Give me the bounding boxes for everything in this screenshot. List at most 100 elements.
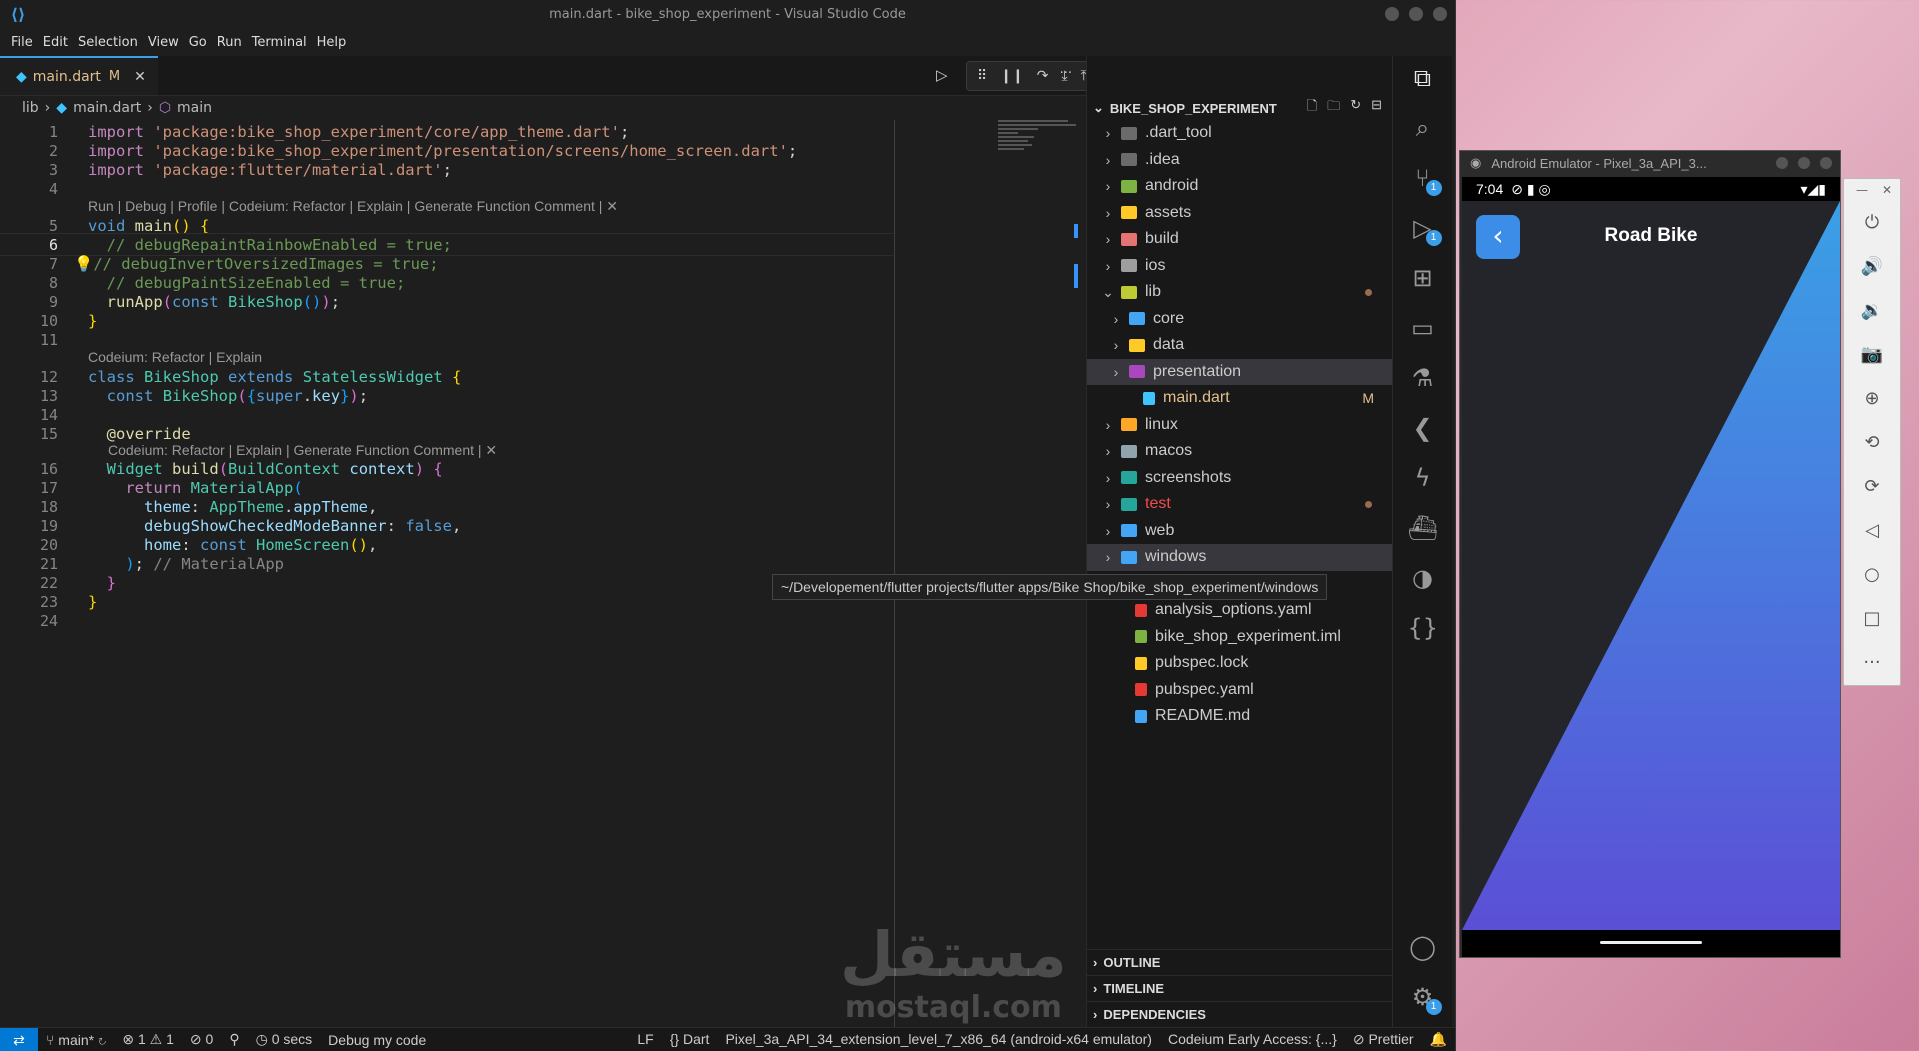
- remote-icon[interactable]: ⇄: [0, 1027, 38, 1051]
- tree-item[interactable]: pubspec.yaml: [1087, 677, 1392, 704]
- ports-status[interactable]: ⊘ 0: [182, 1031, 221, 1048]
- drag-handle-icon[interactable]: ⠿: [977, 68, 987, 84]
- tree-item[interactable]: › android: [1087, 173, 1392, 200]
- minimap[interactable]: [998, 120, 1078, 180]
- device-status[interactable]: Pixel_3a_API_34_extension_level_7_x86_64…: [717, 1031, 1160, 1048]
- extensions-icon[interactable]: ⊞: [1408, 264, 1438, 292]
- breadcrumb-symbol[interactable]: main: [177, 100, 212, 116]
- json-icon[interactable]: {}: [1408, 614, 1439, 642]
- tree-item[interactable]: › assets: [1087, 200, 1392, 227]
- home-icon[interactable]: ○: [1844, 553, 1900, 597]
- source-control-icon[interactable]: ⑂ 1: [1408, 164, 1442, 196]
- back-icon[interactable]: ◁: [1844, 509, 1900, 553]
- testing-icon[interactable]: ⚗: [1408, 364, 1438, 392]
- docker-icon[interactable]: ⛴: [1408, 514, 1438, 542]
- tree-item[interactable]: › data: [1087, 332, 1392, 359]
- dependencies-panel[interactable]: › DEPENDENCIES: [1087, 1001, 1392, 1027]
- side-close-icon[interactable]: ✕: [1882, 183, 1892, 197]
- menu-run[interactable]: Run: [212, 35, 247, 50]
- menu-terminal[interactable]: Terminal: [247, 35, 312, 50]
- phone-screen[interactable]: 7:04 ⊘ ▮ ◎ ▾◢▮ ‹ Road Bike: [1462, 177, 1840, 957]
- menu-edit[interactable]: Edit: [38, 35, 73, 50]
- menu-file[interactable]: File: [6, 35, 38, 50]
- more-icon[interactable]: ···: [1844, 641, 1900, 685]
- search-icon[interactable]: ⌕: [1408, 114, 1438, 142]
- eol-status[interactable]: LF: [629, 1031, 661, 1048]
- tree-item[interactable]: › screenshots: [1087, 465, 1392, 492]
- tree-item[interactable]: › macos: [1087, 438, 1392, 465]
- branch-status[interactable]: ⑂ main* ↻: [38, 1032, 114, 1048]
- more-actions-icon[interactable]: ···: [1060, 66, 1072, 81]
- account-icon[interactable]: ◯: [1408, 933, 1438, 961]
- emulator-minimize-button[interactable]: [1776, 157, 1788, 169]
- tree-item[interactable]: analysis_options.yaml: [1087, 597, 1392, 624]
- timer-status[interactable]: ◷ 0 secs: [248, 1031, 321, 1048]
- tree-item[interactable]: › build: [1087, 226, 1392, 253]
- collapse-all-icon[interactable]: ⊟: [1371, 97, 1382, 119]
- menu-help[interactable]: Help: [312, 35, 352, 50]
- tree-item[interactable]: pubspec.lock: [1087, 650, 1392, 677]
- codelens-main[interactable]: Run | Debug | Profile | Codeium: Refacto…: [88, 198, 618, 215]
- outline-panel[interactable]: › OUTLINE: [1087, 949, 1392, 975]
- menu-selection[interactable]: Selection: [73, 35, 143, 50]
- tree-item[interactable]: › windows: [1087, 544, 1392, 571]
- remote-explorer-icon[interactable]: ▭: [1408, 314, 1438, 342]
- tab-main-dart[interactable]: ◆ main.dart M ✕: [0, 56, 158, 95]
- tree-item[interactable]: README.md: [1087, 703, 1392, 730]
- tree-item[interactable]: ⌄ lib: [1087, 279, 1392, 306]
- explorer-header[interactable]: ⌄ BIKE_SHOP_EXPERIMENT 🗋 🗀 ↻ ⊟: [1087, 96, 1392, 120]
- app-screen[interactable]: ‹ Road Bike: [1462, 201, 1840, 930]
- debug-config-status[interactable]: Debug my code: [320, 1032, 434, 1048]
- overview-icon[interactable]: □: [1844, 597, 1900, 641]
- tree-item[interactable]: › ios: [1087, 253, 1392, 280]
- timeline-panel[interactable]: › TIMELINE: [1087, 975, 1392, 1001]
- tree-item[interactable]: › .dart_tool: [1087, 120, 1392, 147]
- debug-icon[interactable]: ⚲: [221, 1031, 247, 1048]
- tree-item[interactable]: › core: [1087, 306, 1392, 333]
- prettier-status[interactable]: ⊘ Prettier: [1345, 1031, 1422, 1048]
- gesture-nav-bar[interactable]: [1462, 930, 1840, 957]
- tree-item[interactable]: main.dart M: [1087, 385, 1392, 412]
- codelens-class[interactable]: Codeium: Refactor | Explain: [88, 349, 262, 365]
- camera-icon[interactable]: 📷: [1844, 333, 1900, 377]
- tree-item[interactable]: bike_shop_experiment.iml: [1087, 624, 1392, 651]
- side-minimize-icon[interactable]: —: [1856, 183, 1868, 197]
- power-icon[interactable]: ⏻: [1844, 201, 1900, 245]
- emulator-close-button[interactable]: [1820, 157, 1832, 169]
- tree-item[interactable]: › presentation: [1087, 358, 1392, 385]
- tree-item[interactable]: › .idea: [1087, 147, 1392, 174]
- run-debug-icon[interactable]: ▷ 1: [1408, 214, 1442, 246]
- emulator-maximize-button[interactable]: [1798, 157, 1810, 169]
- run-icon[interactable]: ▷: [936, 66, 948, 84]
- codeium-status[interactable]: Codeium Early Access: {...}: [1160, 1031, 1345, 1048]
- rotate-left-icon[interactable]: ⟲: [1844, 421, 1900, 465]
- home-pill[interactable]: [1600, 941, 1702, 944]
- codeium-icon[interactable]: ϟ: [1408, 464, 1438, 492]
- menu-go[interactable]: Go: [184, 35, 212, 50]
- flutter-icon[interactable]: ❮: [1408, 414, 1438, 442]
- explorer-icon[interactable]: ⧉: [1408, 64, 1438, 92]
- menu-view[interactable]: View: [143, 35, 184, 50]
- new-file-icon[interactable]: 🗋: [1307, 97, 1317, 119]
- gitlens-icon[interactable]: ◑: [1408, 564, 1438, 592]
- zoom-icon[interactable]: ⊕: [1844, 377, 1900, 421]
- notifications-bell-icon[interactable]: 🔔: [1422, 1031, 1455, 1048]
- rotate-right-icon[interactable]: ⟳: [1844, 465, 1900, 509]
- step-over-icon[interactable]: ↷: [1037, 68, 1049, 84]
- problems-status[interactable]: ⊗ 1 ⚠ 1: [114, 1031, 182, 1048]
- maximize-button[interactable]: [1409, 7, 1423, 21]
- breadcrumb-folder[interactable]: lib: [22, 100, 39, 116]
- language-status[interactable]: {} Dart: [662, 1031, 718, 1048]
- minimize-button[interactable]: [1385, 7, 1399, 21]
- tree-item[interactable]: › linux: [1087, 412, 1392, 439]
- close-button[interactable]: [1433, 7, 1447, 21]
- tree-item[interactable]: › test: [1087, 491, 1392, 518]
- breadcrumb-file[interactable]: main.dart: [73, 100, 141, 116]
- new-folder-icon[interactable]: 🗀: [1327, 97, 1340, 119]
- volume-down-icon[interactable]: 🔉: [1844, 289, 1900, 333]
- refresh-icon[interactable]: ↻: [1350, 97, 1361, 119]
- pause-icon[interactable]: ❙❙: [1000, 68, 1023, 84]
- close-tab-icon[interactable]: ✕: [134, 69, 146, 85]
- tree-item[interactable]: › web: [1087, 518, 1392, 545]
- volume-up-icon[interactable]: 🔊: [1844, 245, 1900, 289]
